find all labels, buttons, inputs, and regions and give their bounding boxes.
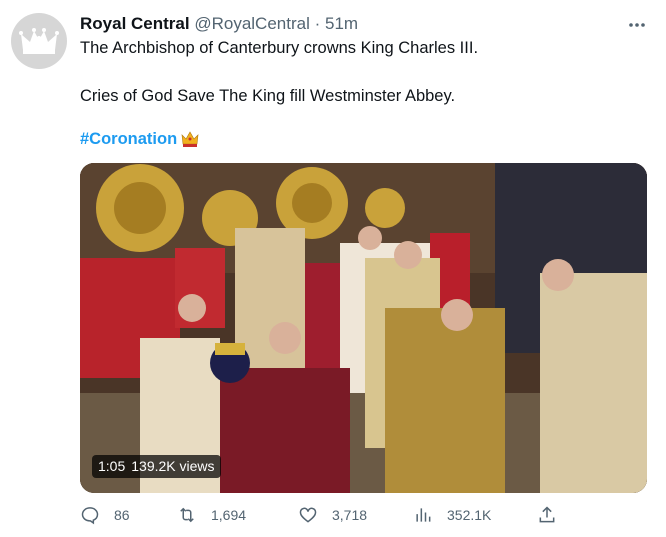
- like-icon: [299, 507, 317, 523]
- tweet-header: Royal Central @RoyalCentral · 51m: [80, 13, 358, 35]
- crown-logo-icon: [19, 28, 59, 54]
- author-handle[interactable]: @RoyalCentral: [194, 14, 310, 33]
- video-stats-badge: 1:05 139.2K views: [92, 455, 221, 478]
- crown-emoji-icon: [181, 131, 199, 147]
- video-view-count: 139.2K views: [131, 458, 215, 474]
- reply-icon: [81, 507, 99, 525]
- share-icon: [539, 506, 555, 523]
- tweet-text-line-1: The Archbishop of Canterbury crowns King…: [80, 39, 479, 57]
- action-bar: 86 1,694 3,718 352.1K: [80, 505, 647, 531]
- tweet-text-line-2: Cries of God Save The King fill Westmins…: [80, 87, 456, 105]
- video-duration: 1:05: [98, 458, 126, 474]
- like-button[interactable]: 3,718: [298, 505, 367, 525]
- author-name[interactable]: Royal Central: [80, 14, 190, 33]
- video-frame: [80, 163, 647, 493]
- reply-count: 86: [114, 507, 130, 523]
- share-button[interactable]: [537, 505, 571, 525]
- retweet-button[interactable]: 1,694: [177, 505, 246, 525]
- views-button[interactable]: 352.1K: [413, 505, 491, 525]
- timestamp[interactable]: 51m: [325, 14, 358, 33]
- hashtag-text[interactable]: #Coronation: [80, 128, 177, 150]
- retweet-icon: [180, 507, 194, 523]
- tweet[interactable]: Royal Central @RoyalCentral · 51m The Ar…: [0, 0, 666, 537]
- views-count: 352.1K: [447, 507, 492, 523]
- retweet-count: 1,694: [211, 507, 247, 523]
- like-count: 3,718: [332, 507, 368, 523]
- views-icon: [416, 508, 431, 522]
- avatar[interactable]: [11, 13, 67, 69]
- more-icon[interactable]: [627, 15, 647, 35]
- separator: ·: [314, 14, 321, 33]
- hashtag-link[interactable]: #Coronation: [80, 128, 199, 150]
- reply-button[interactable]: 86: [80, 505, 130, 525]
- video-player[interactable]: 1:05 139.2K views: [80, 163, 647, 493]
